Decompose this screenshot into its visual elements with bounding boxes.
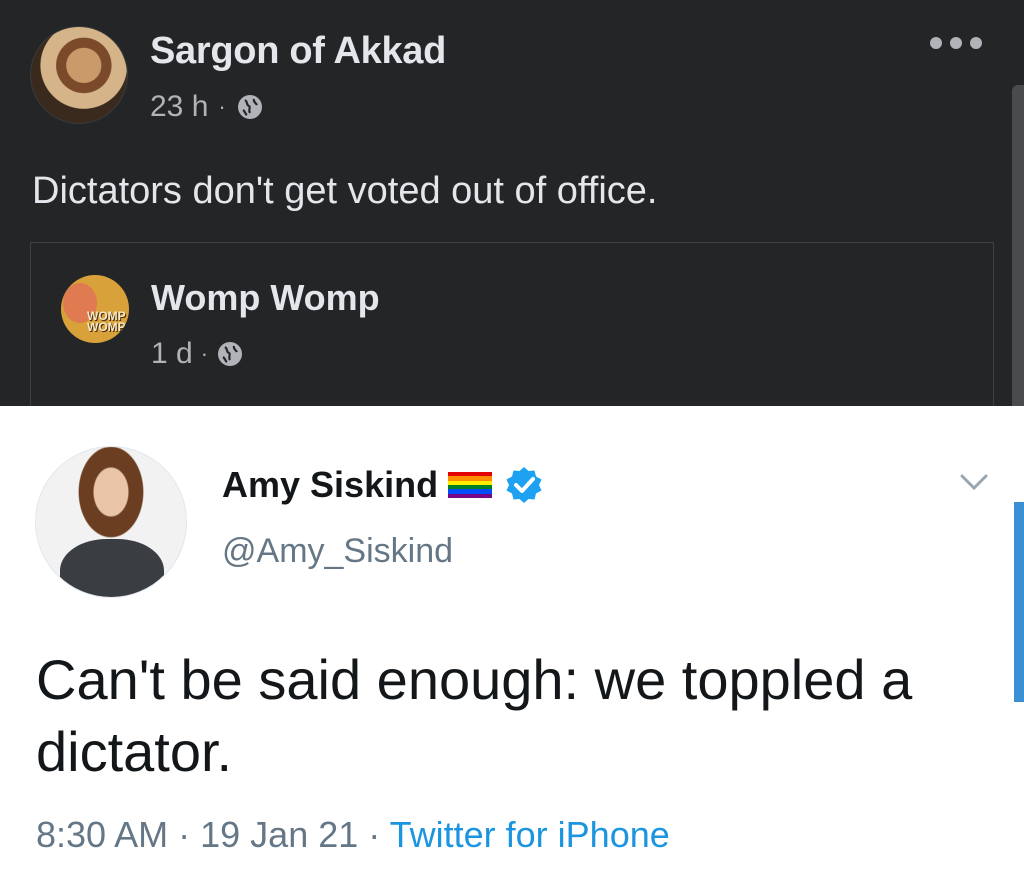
post-time[interactable]: 23 h <box>150 90 208 124</box>
post-meta: 23 h · <box>150 90 264 124</box>
avatar-logo-text: WOMP WOMP <box>87 309 126 334</box>
tweet-author-handle: @Amy_Siskind <box>222 532 454 570</box>
shared-author-name[interactable]: Womp Womp <box>151 277 380 319</box>
meta-separator: · <box>200 341 209 366</box>
tweet-author-avatar <box>35 446 187 598</box>
more-options-icon[interactable] <box>930 28 982 58</box>
shared-author-avatar[interactable]: WOMP WOMP <box>61 275 129 343</box>
scroll-indicator <box>1014 502 1024 702</box>
shared-post-time[interactable]: 1 d <box>151 337 193 371</box>
author-name[interactable]: Sargon of Akkad <box>150 30 446 73</box>
globe-icon <box>237 95 262 119</box>
tweet-meta: 8:30 AM · 19 Jan 21 · Twitter for iPhone <box>36 814 670 856</box>
meta-separator: · <box>178 814 191 855</box>
tweet-date: 19 Jan 21 <box>200 814 359 855</box>
shared-post-meta: 1 d · <box>151 337 244 371</box>
meta-separator: · <box>218 94 226 119</box>
chevron-down-icon <box>960 474 988 491</box>
facebook-post: Sargon of Akkad 23 h · Dictators don't g… <box>0 0 1024 515</box>
tweet-time: 8:30 AM <box>36 814 169 855</box>
post-text: Dictators don't get voted out of office. <box>32 170 658 212</box>
tweet-text: Can't be said enough: we toppled a dicta… <box>36 648 913 783</box>
tweet-screenshot: Amy Siskind @Amy_Siskind Can't be said e… <box>0 406 1024 887</box>
rainbow-flag-icon <box>448 472 493 498</box>
globe-icon <box>218 342 243 366</box>
verified-badge-icon <box>506 467 542 503</box>
tweet-author-name: Amy Siskind <box>222 464 439 505</box>
shared-post[interactable]: WOMP WOMP Womp Womp 1 d · <box>30 242 994 412</box>
author-avatar[interactable] <box>30 26 128 124</box>
tweet-source: Twitter for iPhone <box>389 814 670 855</box>
meta-separator: · <box>368 814 381 855</box>
tweet-author-name-row: Amy Siskind <box>222 464 544 506</box>
